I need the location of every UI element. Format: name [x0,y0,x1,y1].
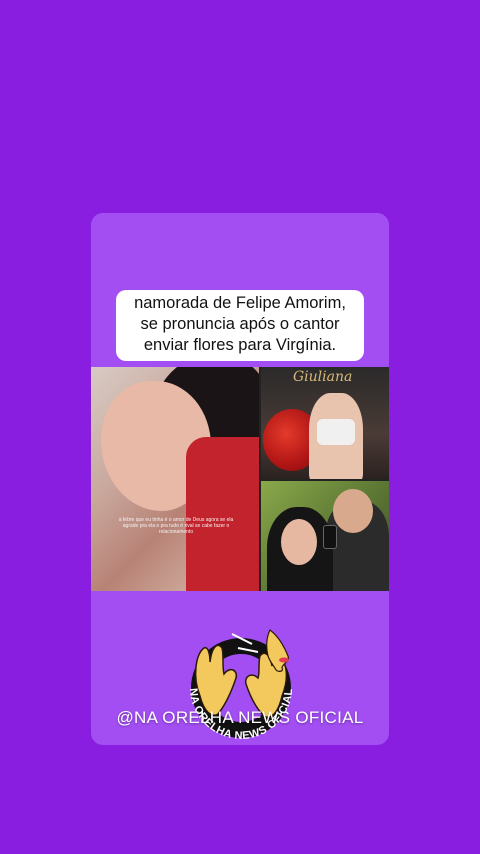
headline-box: namorada de Felipe Amorim, se pronuncia … [116,290,364,361]
photo-woman-flowers: Giuliana [261,367,389,479]
photo-sign-text: Giuliana [293,369,353,385]
photo-couple-selfie [261,481,389,591]
account-handle: @NA ORELHA NEWS OFICIAL [116,708,364,727]
photo-top [317,419,355,445]
headline-line-1: namorada de Felipe Amorim, [134,294,346,312]
photo-jersey [186,437,259,591]
photo-woman-face [281,519,317,565]
photo-collage: a febre que eu tinha é o amor de Deus ag… [91,367,389,591]
photo-man-face [333,489,373,533]
photo-woman-closeup: a febre que eu tinha é o amor de Deus ag… [91,367,259,591]
photo-caption: a febre que eu tinha é o amor de Deus ag… [118,517,234,535]
phone-icon [323,525,337,549]
headline-line-3: enviar flores para Virgínia. [143,336,337,354]
headline-line-2: se pronuncia após o cantor [140,315,340,333]
